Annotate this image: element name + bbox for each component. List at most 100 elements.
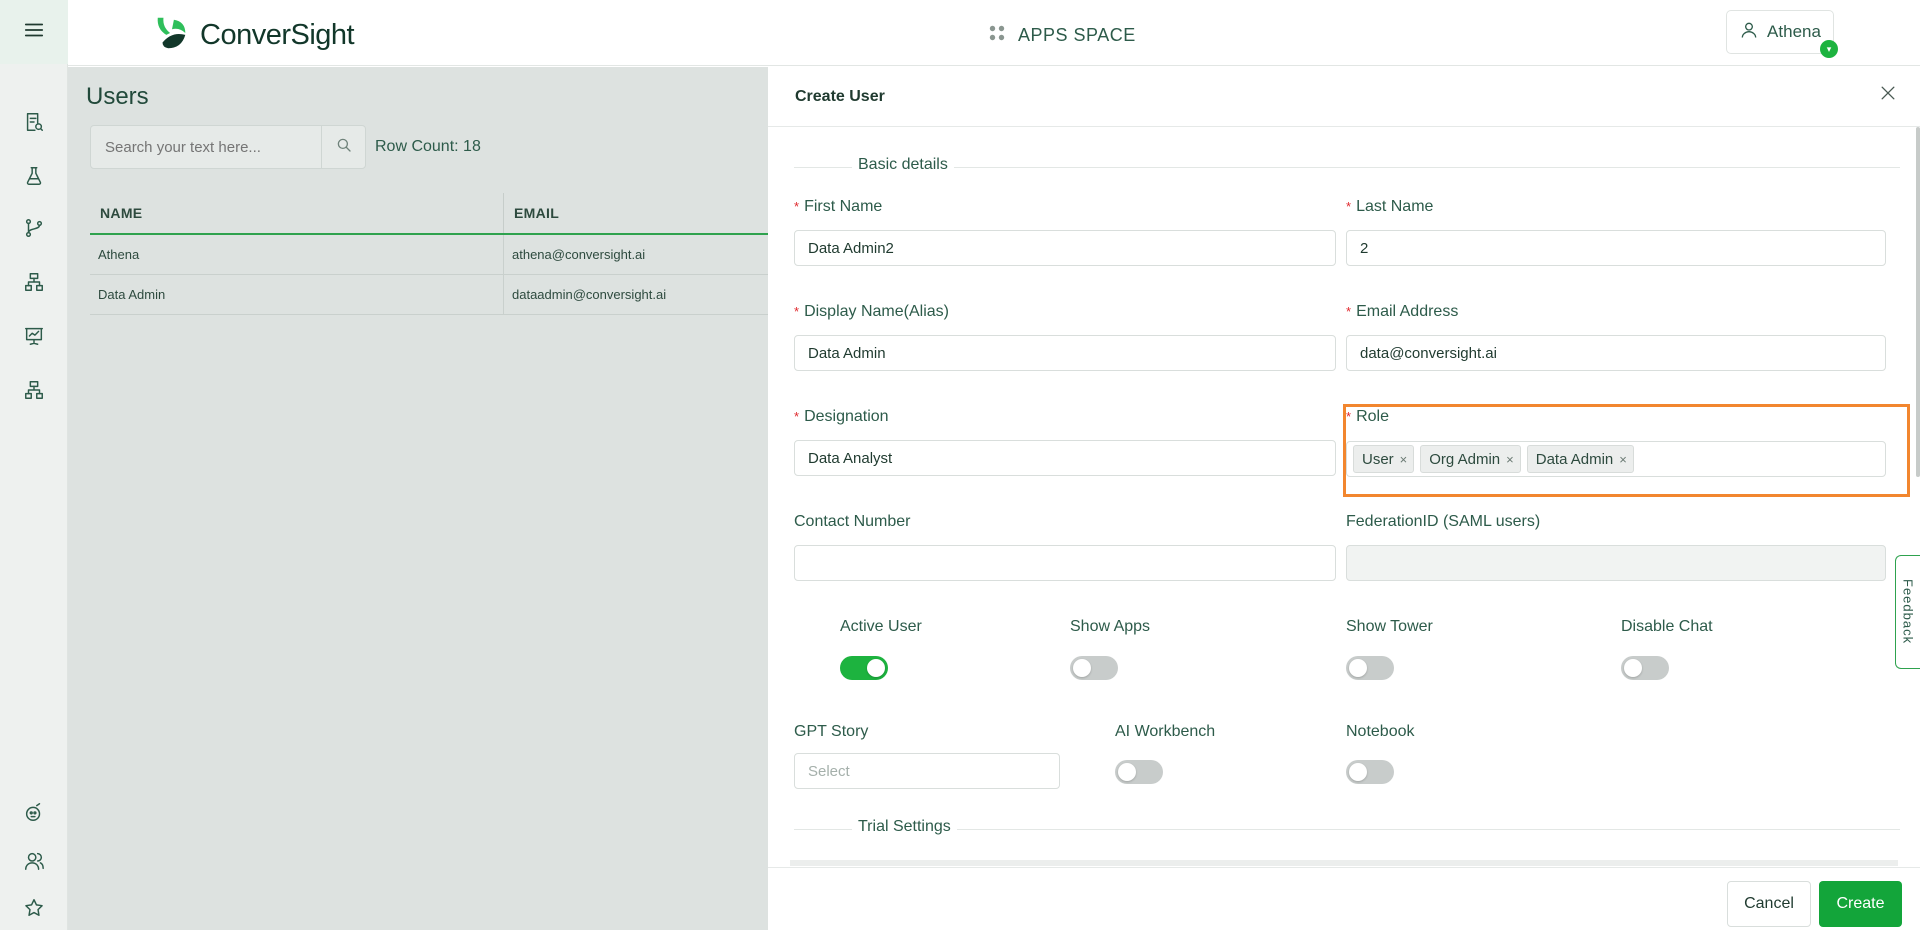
feedback-tab[interactable]: Feedback xyxy=(1895,555,1920,669)
divider xyxy=(794,167,1900,168)
gpt-story-label: GPT Story xyxy=(794,723,869,740)
sidebar-item-reports[interactable] xyxy=(22,112,46,136)
active-user-label: Active User xyxy=(840,618,922,635)
menu-toggle-button[interactable] xyxy=(0,0,68,64)
feedback-label: Feedback xyxy=(1900,579,1916,645)
apps-space-label: APPS SPACE xyxy=(1018,25,1136,45)
role-tag-user: User × xyxy=(1353,445,1415,473)
sidebar-item-users[interactable] xyxy=(22,851,46,875)
sidebar-item-lab[interactable] xyxy=(22,166,46,190)
show-apps-toggle[interactable] xyxy=(1070,656,1118,680)
designation-input[interactable] xyxy=(794,440,1336,476)
sidebar-item-structure[interactable] xyxy=(22,380,46,404)
notebook-toggle[interactable] xyxy=(1346,760,1394,784)
contact-number-label: Contact Number xyxy=(794,513,911,530)
remove-tag-icon[interactable]: × xyxy=(1619,452,1627,467)
required-mark: * xyxy=(794,304,800,319)
required-mark: * xyxy=(794,409,800,424)
role-select[interactable]: User × Org Admin × Data Admin × xyxy=(1346,441,1886,477)
apps-space-button[interactable]: APPS SPACE xyxy=(988,24,1136,47)
required-mark: * xyxy=(1346,199,1352,214)
table-row[interactable]: Athena athena@conversight.ai xyxy=(90,235,780,275)
user-icon xyxy=(1739,20,1759,45)
sidebar-item-presentation[interactable] xyxy=(22,326,46,350)
logo-text: ConverSight xyxy=(200,19,355,51)
page-title: Users xyxy=(86,83,149,110)
branch-icon xyxy=(23,217,45,244)
drawer-scrollbar[interactable] xyxy=(1916,127,1920,477)
section-basic-details: Basic details xyxy=(852,156,954,174)
divider xyxy=(794,829,1900,830)
role-label: * Role xyxy=(1346,408,1389,425)
ai-workbench-label: AI Workbench xyxy=(1115,723,1216,740)
contact-number-input[interactable] xyxy=(794,545,1336,581)
user-menu-button[interactable]: Athena xyxy=(1726,10,1834,54)
ai-workbench-toggle[interactable] xyxy=(1115,760,1163,784)
user-dropdown-badge[interactable]: ▾ xyxy=(1820,40,1838,58)
sidebar-item-flows[interactable] xyxy=(22,218,46,242)
disable-chat-label: Disable Chat xyxy=(1621,618,1713,635)
active-user-toggle[interactable] xyxy=(840,656,888,680)
show-apps-label: Show Apps xyxy=(1070,618,1151,635)
show-tower-label: Show Tower xyxy=(1346,618,1433,635)
first-name-label: * First Name xyxy=(794,198,883,215)
email-input[interactable] xyxy=(1346,335,1886,371)
row-count: Row Count: 18 xyxy=(375,138,481,155)
cancel-button[interactable]: Cancel xyxy=(1727,881,1811,927)
search-input[interactable] xyxy=(91,126,321,168)
sidebar-item-favorites[interactable] xyxy=(22,898,46,922)
disable-chat-toggle[interactable] xyxy=(1621,656,1669,680)
column-header-name[interactable]: NAME xyxy=(90,193,504,233)
create-button[interactable]: Create xyxy=(1819,881,1902,927)
role-tag-org-admin: Org Admin × xyxy=(1420,445,1521,473)
last-name-label: * Last Name xyxy=(1346,198,1434,215)
left-rail xyxy=(0,0,68,930)
remove-tag-icon[interactable]: × xyxy=(1400,452,1408,467)
search-box xyxy=(90,125,366,169)
table-row[interactable]: Data Admin dataadmin@conversight.ai xyxy=(90,275,780,315)
hamburger-icon xyxy=(23,19,45,46)
required-mark: * xyxy=(794,199,800,214)
email-label: * Email Address xyxy=(1346,303,1459,320)
column-header-email[interactable]: EMAIL xyxy=(504,193,559,233)
sidebar-item-bot[interactable] xyxy=(22,802,46,826)
conversight-logo-icon xyxy=(152,14,192,57)
hierarchy-icon xyxy=(23,271,45,298)
flask-icon xyxy=(23,165,45,192)
required-mark: * xyxy=(1346,304,1352,319)
drawer-footer: Cancel Create xyxy=(768,867,1920,930)
cell-name: Data Admin xyxy=(90,275,504,314)
drawer-header: Create User xyxy=(768,67,1920,127)
users-icon xyxy=(23,850,45,877)
star-icon xyxy=(23,897,45,924)
display-name-label: * Display Name(Alias) xyxy=(794,303,949,320)
search-button[interactable] xyxy=(321,126,365,168)
top-header: ConverSight APPS SPACE Athena ▾ xyxy=(68,0,1920,66)
federation-id-input[interactable] xyxy=(1346,545,1886,581)
role-tag-data-admin: Data Admin × xyxy=(1526,445,1634,473)
create-user-drawer: Create User Basic details *First Name *L… xyxy=(768,67,1920,930)
federation-id-label: FederationID (SAML users) xyxy=(1346,513,1541,530)
users-page: Users Row Count: 18 NAME EMAIL Athena at… xyxy=(68,67,780,930)
presentation-chart-icon xyxy=(23,325,45,352)
show-tower-toggle[interactable] xyxy=(1346,656,1394,680)
cell-email: dataadmin@conversight.ai xyxy=(512,287,667,302)
drawer-title: Create User xyxy=(795,88,885,105)
search-icon xyxy=(335,136,353,159)
last-name-input[interactable] xyxy=(1346,230,1886,266)
logo[interactable]: ConverSight xyxy=(152,14,355,57)
first-name-input[interactable] xyxy=(794,230,1336,266)
close-button[interactable] xyxy=(1876,83,1900,107)
required-mark: * xyxy=(1346,409,1352,424)
sidebar-item-hierarchy[interactable] xyxy=(22,272,46,296)
bot-icon xyxy=(23,801,45,828)
trial-settings-strip xyxy=(790,860,1898,866)
gpt-story-select[interactable]: Select xyxy=(794,753,1060,789)
display-name-input[interactable] xyxy=(794,335,1336,371)
remove-tag-icon[interactable]: × xyxy=(1506,452,1514,467)
cell-email: athena@conversight.ai xyxy=(512,247,646,262)
section-trial-settings: Trial Settings xyxy=(852,818,957,836)
report-search-icon xyxy=(23,111,45,138)
notebook-label: Notebook xyxy=(1346,723,1415,740)
users-table: NAME EMAIL Athena athena@conversight.ai … xyxy=(90,193,780,315)
